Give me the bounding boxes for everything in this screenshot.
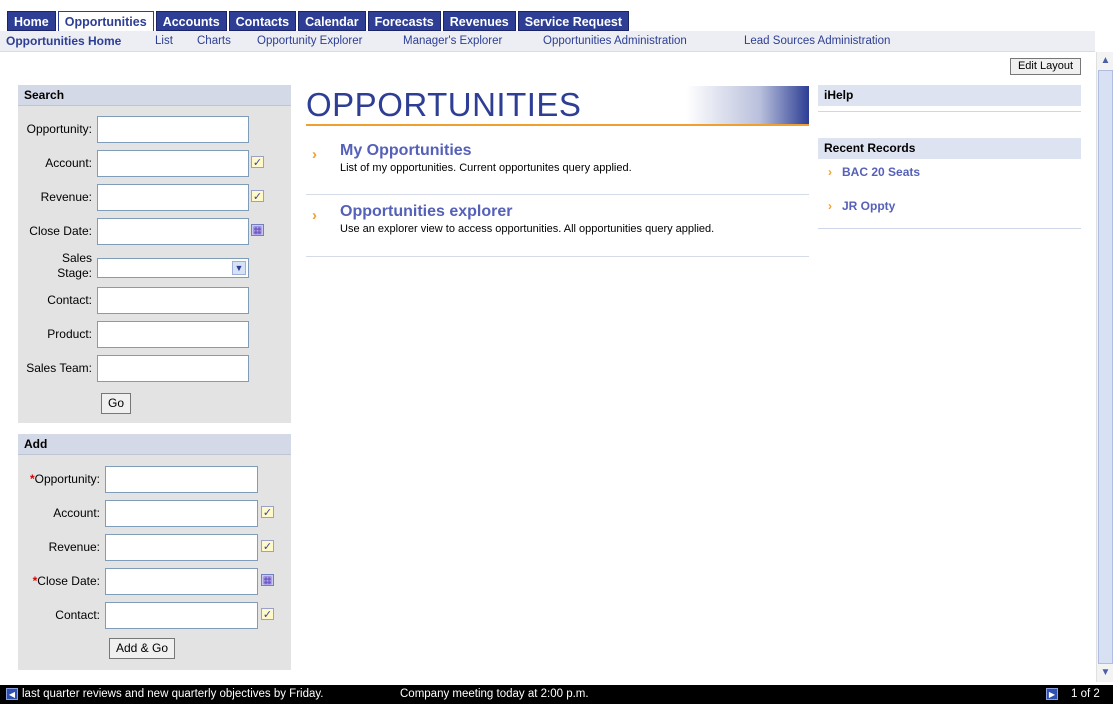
scroll-up-icon[interactable]: ▲ (1098, 53, 1113, 69)
tab-home[interactable]: Home (7, 11, 56, 31)
tab-revenues[interactable]: Revenues (442, 11, 516, 31)
add-close-date-label: *Close Date: (33, 574, 100, 588)
sales-stage-label: Sales Stage: (57, 251, 92, 280)
subnav-managers-explorer[interactable]: Manager's Explorer (403, 35, 502, 47)
sales-stage-select[interactable]: ▼ (97, 258, 249, 278)
add-close-date-input[interactable] (105, 568, 258, 595)
product-label: Product: (47, 327, 92, 341)
add-revenue-label: Revenue: (48, 540, 100, 554)
account-label: Account: (45, 156, 92, 170)
add-account-label: Account: (53, 506, 100, 520)
page-title-banner: OPPORTUNITIES (306, 86, 809, 126)
ticker-previous-icon[interactable]: ◀ (6, 688, 18, 700)
add-panel: Add *Opportunity: Account: ✓ Revenue: ✓ … (18, 434, 291, 670)
search-account-input[interactable] (97, 150, 249, 177)
subnav-opportunity-explorer[interactable]: Opportunity Explorer (257, 35, 362, 47)
add-opportunity-input[interactable] (105, 466, 258, 493)
add-account-input[interactable] (105, 500, 258, 527)
add-close-date-label-text: Close Date: (37, 574, 100, 588)
search-panel: Search Opportunity: Account: ✓ Revenue: … (18, 85, 291, 423)
message-ticker: ◀ last quarter reviews and new quarterly… (0, 685, 1113, 704)
recent-record-label[interactable]: BAC 20 Seats (842, 165, 920, 179)
search-product-input[interactable] (97, 321, 249, 348)
subnav-charts[interactable]: Charts (197, 35, 231, 47)
tab-accounts[interactable]: Accounts (155, 11, 227, 31)
search-contact-input[interactable] (97, 287, 249, 314)
ticker-message: Company meeting today at 2:00 p.m. (400, 688, 589, 700)
subnav-lead-sources-administration[interactable]: Lead Sources Administration (744, 35, 890, 47)
add-and-go-button[interactable]: Add & Go (109, 638, 175, 659)
opportunity-label: Opportunity: (26, 122, 92, 136)
search-revenue-input[interactable] (97, 184, 249, 211)
edit-layout-button[interactable]: Edit Layout (1010, 58, 1081, 75)
add-opportunity-label: *Opportunity: (30, 472, 100, 486)
recent-record-item[interactable]: › JR Oppty (828, 199, 895, 213)
recent-records-panel: Recent Records › BAC 20 Seats › JR Oppty (818, 138, 1081, 229)
sub-navigation: Opportunities Home List Charts Opportuni… (0, 31, 1095, 52)
my-opportunities-description: List of my opportunities. Current opport… (340, 162, 632, 174)
recent-record-label[interactable]: JR Oppty (842, 199, 895, 213)
list-item-opportunities-explorer[interactable]: › Opportunities explorer Use an explorer… (306, 203, 809, 257)
search-sales-team-input[interactable] (97, 355, 249, 382)
sales-team-label: Sales Team: (26, 361, 92, 375)
add-contact-input[interactable] (105, 602, 258, 629)
opportunities-explorer-link[interactable]: Opportunities explorer (340, 203, 512, 221)
chevron-down-icon[interactable]: ▼ (232, 261, 246, 275)
opportunities-explorer-description: Use an explorer view to access opportuni… (340, 223, 715, 235)
ticker-message: last quarter reviews and new quarterly o… (22, 688, 324, 700)
go-button[interactable]: Go (101, 393, 131, 414)
tab-contacts[interactable]: Contacts (228, 11, 297, 31)
chevron-right-icon: › (828, 199, 832, 213)
ihelp-panel: iHelp (818, 85, 1081, 112)
add-revenue-input[interactable] (105, 534, 258, 561)
add-contact-label: Contact: (55, 608, 100, 622)
add-calendar-icon[interactable]: ▦ (261, 574, 274, 586)
scrollbar-thumb[interactable] (1098, 70, 1113, 664)
tab-forecasts[interactable]: Forecasts (367, 11, 441, 31)
tab-service-request[interactable]: Service Request (517, 11, 630, 31)
title-gradient (686, 86, 809, 124)
add-contact-picker-icon[interactable]: ✓ (261, 608, 274, 621)
recent-record-item[interactable]: › BAC 20 Seats (828, 165, 920, 179)
search-panel-title: Search (18, 85, 291, 106)
close-date-label: Close Date: (29, 224, 92, 238)
subnav-opportunities-administration[interactable]: Opportunities Administration (543, 35, 687, 47)
add-account-picker-icon[interactable]: ✓ (261, 506, 274, 519)
account-picker-icon[interactable]: ✓ (251, 156, 264, 169)
subnav-opportunities-home[interactable]: Opportunities Home (6, 34, 121, 48)
my-opportunities-link[interactable]: My Opportunities (340, 142, 472, 160)
revenue-label: Revenue: (40, 190, 92, 204)
page-title: OPPORTUNITIES (306, 86, 582, 123)
chevron-right-icon: › (828, 165, 832, 179)
contact-label: Contact: (47, 293, 92, 307)
search-opportunity-input[interactable] (97, 116, 249, 143)
ticker-page-count: 1 of 2 (1071, 688, 1100, 700)
recent-records-title: Recent Records (818, 138, 1081, 159)
ticker-next-icon[interactable]: ▶ (1046, 688, 1058, 700)
revenue-picker-icon[interactable]: ✓ (251, 190, 264, 203)
vertical-scrollbar[interactable]: ▲ ▼ (1096, 52, 1113, 682)
add-panel-title: Add (18, 434, 291, 455)
tab-calendar[interactable]: Calendar (298, 11, 366, 31)
ihelp-title: iHelp (818, 85, 1081, 106)
calendar-icon[interactable]: ▦ (251, 224, 264, 236)
add-opportunity-label-text: Opportunity: (34, 472, 100, 486)
add-revenue-picker-icon[interactable]: ✓ (261, 540, 274, 553)
subnav-list[interactable]: List (155, 35, 173, 47)
search-close-date-input[interactable] (97, 218, 249, 245)
chevron-right-icon: › (312, 146, 317, 163)
list-item-my-opportunities[interactable]: › My Opportunities List of my opportunit… (306, 142, 809, 195)
chevron-right-icon: › (312, 207, 317, 224)
main-tab-bar: Home Opportunities Accounts Contacts Cal… (6, 10, 633, 31)
scroll-down-icon[interactable]: ▼ (1098, 665, 1113, 681)
tab-opportunities[interactable]: Opportunities (57, 11, 154, 31)
